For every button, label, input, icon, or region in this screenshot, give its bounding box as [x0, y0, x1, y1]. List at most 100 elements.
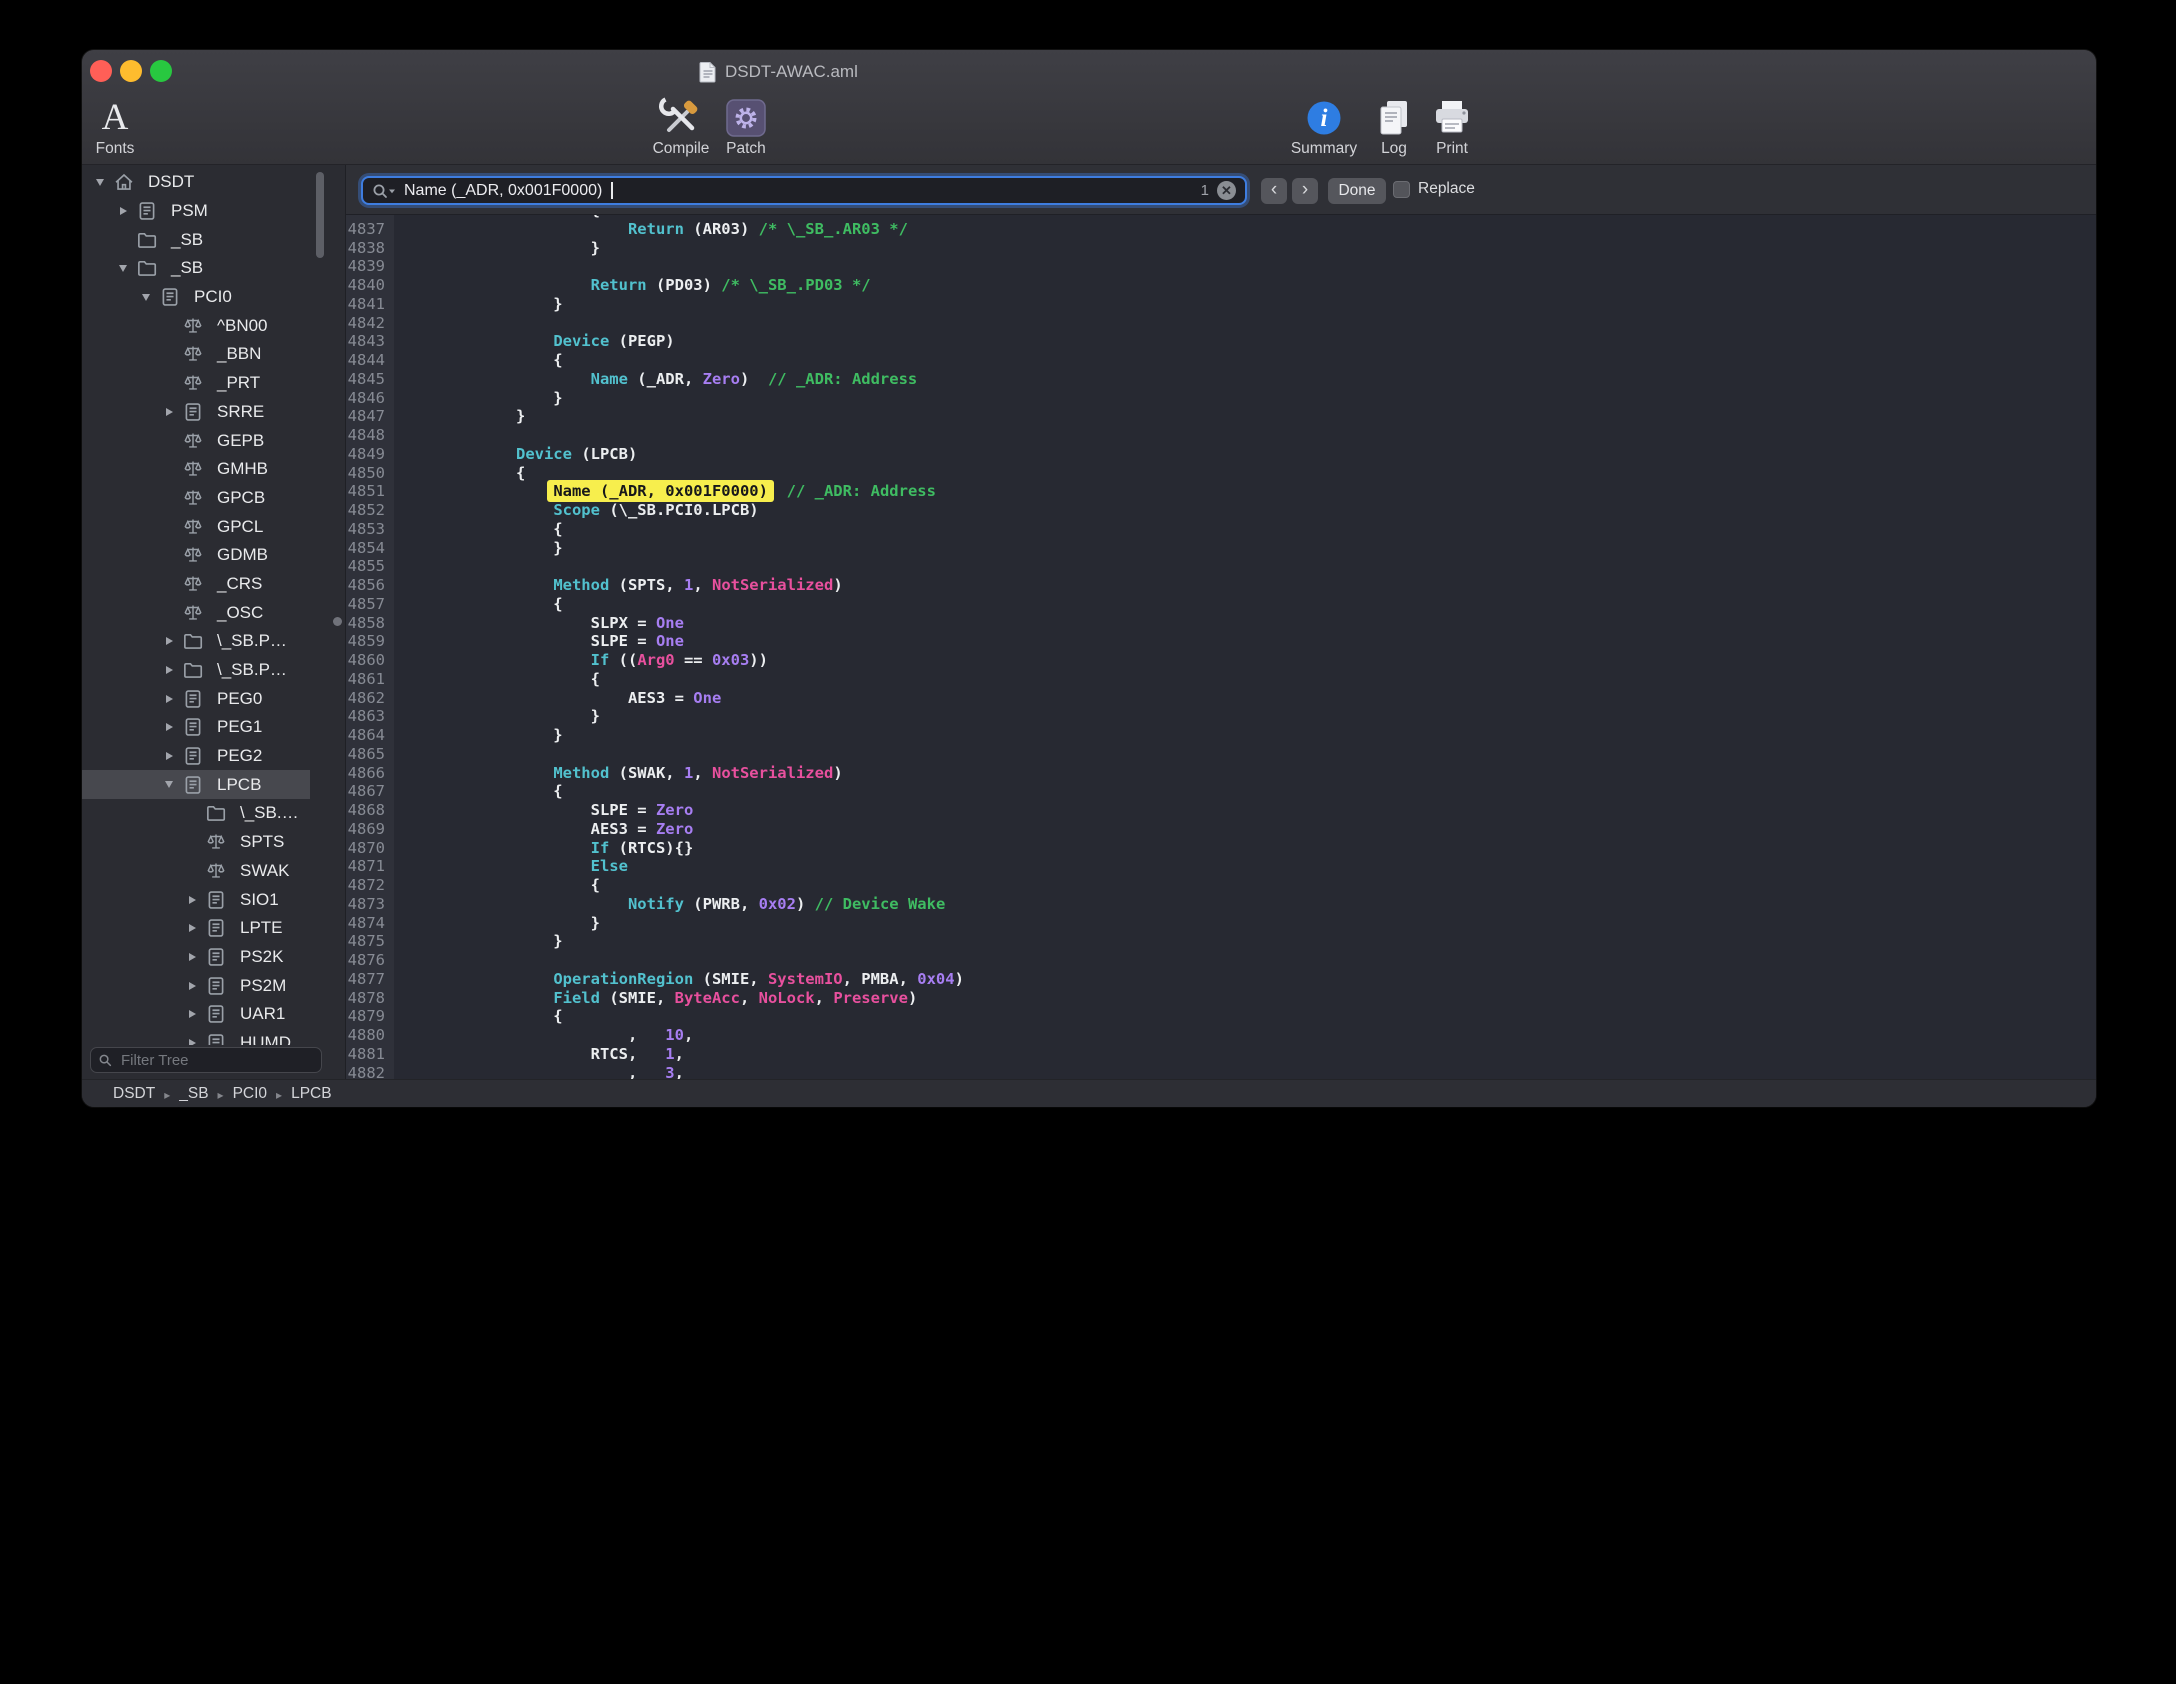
filter-tree-box — [90, 1047, 322, 1073]
tree-item-gepb[interactable]: GEPB — [82, 426, 310, 455]
breadcrumb-item-lpcb[interactable]: LPCB — [291, 1085, 332, 1103]
code-line-4874: 4874 } — [346, 914, 2096, 933]
splitter-handle[interactable] — [333, 617, 342, 626]
tree-item-label: GDMB — [217, 545, 268, 565]
disclosure-right-icon[interactable] — [159, 723, 179, 731]
disclosure-down-icon[interactable] — [136, 294, 156, 301]
disclosure-right-icon[interactable] — [182, 1039, 202, 1045]
sidebar-scrollbar[interactable] — [316, 172, 324, 258]
print-icon — [1431, 92, 1473, 138]
code-line-4867: 4867 { — [346, 782, 2096, 801]
search-input[interactable]: Name (_ADR, 0x001F0000) — [404, 182, 602, 200]
code-line-4870: 4870 If (RTCS){} — [346, 839, 2096, 858]
tree-item-psm[interactable]: PSM — [82, 197, 310, 226]
close-button[interactable] — [90, 60, 112, 82]
replace-checkbox[interactable] — [1393, 181, 1410, 198]
tree-item-gmhb[interactable]: GMHB — [82, 455, 310, 484]
breadcrumb-item-dsdt[interactable]: DSDT — [113, 1085, 155, 1103]
code-line-4866: 4866 Method (SWAK, 1, NotSerialized) — [346, 764, 2096, 783]
tree-item-lpte[interactable]: LPTE — [82, 914, 310, 943]
toolbar-button-fonts[interactable]: A Fonts — [82, 92, 150, 160]
line-number: 4850 — [346, 464, 394, 483]
toolbar-button-print[interactable]: Print — [1417, 92, 1487, 160]
disclosure-right-icon[interactable] — [182, 953, 202, 961]
tree-item-sb[interactable]: _SB — [82, 254, 310, 283]
tree-item-swak[interactable]: SWAK — [82, 857, 310, 886]
disclosure-right-icon[interactable] — [159, 666, 179, 674]
line-number: 4840 — [346, 276, 394, 295]
disclosure-right-icon[interactable] — [159, 408, 179, 416]
tree-item-bbn[interactable]: _BBN — [82, 340, 310, 369]
tree-item-uar1[interactable]: UAR1 — [82, 1000, 310, 1029]
toolbar-button-summary[interactable]: i Summary — [1279, 92, 1369, 160]
filter-tree-input[interactable] — [119, 1051, 314, 1070]
tree-item-sio1[interactable]: SIO1 — [82, 885, 310, 914]
clear-search-icon[interactable]: ✕ — [1217, 181, 1236, 200]
done-button[interactable]: Done — [1328, 178, 1386, 204]
tree-item-label: \_SB.… — [240, 803, 299, 823]
disclosure-right-icon[interactable] — [182, 924, 202, 932]
tree-item-peg0[interactable]: PEG0 — [82, 684, 310, 713]
find-next-button[interactable]: › — [1292, 178, 1318, 204]
search-menu-icon[interactable] — [372, 183, 396, 199]
tree-item-srre[interactable]: SRRE — [82, 398, 310, 427]
line-number: 4846 — [346, 389, 394, 408]
tree-item-sb[interactable]: _SB — [82, 225, 310, 254]
disclosure-down-icon[interactable] — [113, 265, 133, 272]
disclosure-down-icon[interactable] — [159, 781, 179, 788]
tree-item-sb[interactable]: \_SB.… — [82, 799, 310, 828]
disclosure-right-icon[interactable] — [159, 695, 179, 703]
toolbar-button-patch[interactable]: Patch — [710, 92, 782, 160]
search-result-highlight: Name (_ADR, 0x001F0000) — [547, 480, 774, 502]
toolbar-button-compile[interactable]: Compile — [641, 92, 721, 160]
tree-item-spts[interactable]: SPTS — [82, 828, 310, 857]
disclosure-right-icon[interactable] — [159, 637, 179, 645]
tree-item-ps2m[interactable]: PS2M — [82, 971, 310, 1000]
tree-item-sbp[interactable]: \_SB.P… — [82, 656, 310, 685]
code-line-4838: 4838 } — [346, 239, 2096, 258]
tree-item-peg1[interactable]: PEG1 — [82, 713, 310, 742]
code-line-4873: 4873 Notify (PWRB, 0x02) // Device Wake — [346, 895, 2096, 914]
disclosure-right-icon[interactable] — [113, 207, 133, 215]
disclosure-right-icon[interactable] — [182, 1010, 202, 1018]
tree-item-osc[interactable]: _OSC — [82, 598, 310, 627]
disclosure-down-icon[interactable] — [90, 179, 110, 186]
tree-item-label: DSDT — [148, 172, 194, 192]
tree-item-prt[interactable]: _PRT — [82, 369, 310, 398]
tree-item-lpcb[interactable]: LPCB — [82, 770, 310, 799]
line-number: 4838 — [346, 239, 394, 258]
replace-label: Replace — [1418, 180, 1475, 198]
disclosure-right-icon[interactable] — [159, 752, 179, 760]
document-icon — [202, 975, 230, 997]
tree-item-bn00[interactable]: ^BN00 — [82, 311, 310, 340]
disclosure-right-icon[interactable] — [182, 982, 202, 990]
tree-item-gpcb[interactable]: GPCB — [82, 484, 310, 513]
code-line-4861: 4861 { — [346, 670, 2096, 689]
document-proxy-icon[interactable] — [699, 61, 717, 83]
minimize-button[interactable] — [120, 60, 142, 82]
code-editor[interactable]: 4836 {4837 Return (AR03) /* \_SB_.AR03 *… — [346, 215, 2096, 1079]
method-icon — [179, 372, 207, 394]
code-line-4855: 4855 — [346, 557, 2096, 576]
zoom-button[interactable] — [150, 60, 172, 82]
find-previous-button[interactable]: ‹ — [1261, 178, 1287, 204]
breadcrumb-item-sb[interactable]: _SB — [179, 1085, 208, 1103]
tree-item-humd[interactable]: HUMD — [82, 1029, 310, 1045]
search-field[interactable]: Name (_ADR, 0x001F0000) 1 ✕ — [361, 176, 1247, 205]
tree-item-peg2[interactable]: PEG2 — [82, 742, 310, 771]
tree-item-ps2k[interactable]: PS2K — [82, 943, 310, 972]
document-icon — [179, 774, 207, 796]
tree-item-crs[interactable]: _CRS — [82, 570, 310, 599]
line-number: 4866 — [346, 764, 394, 783]
tree-item-sbp[interactable]: \_SB.P… — [82, 627, 310, 656]
tree-item-pci0[interactable]: PCI0 — [82, 283, 310, 312]
tree-item-gdmb[interactable]: GDMB — [82, 541, 310, 570]
code-line-4852: 4852 Scope (\_SB.PCI0.LPCB) — [346, 501, 2096, 520]
disclosure-right-icon[interactable] — [182, 896, 202, 904]
tree-item-gpcl[interactable]: GPCL — [82, 512, 310, 541]
tree-item-dsdt[interactable]: DSDT — [82, 168, 310, 197]
tree-item-label: GPCL — [217, 517, 263, 537]
breadcrumb-item-pci0[interactable]: PCI0 — [233, 1085, 267, 1103]
code-line-4849: 4849 Device (LPCB) — [346, 445, 2096, 464]
line-number: 4859 — [346, 632, 394, 651]
